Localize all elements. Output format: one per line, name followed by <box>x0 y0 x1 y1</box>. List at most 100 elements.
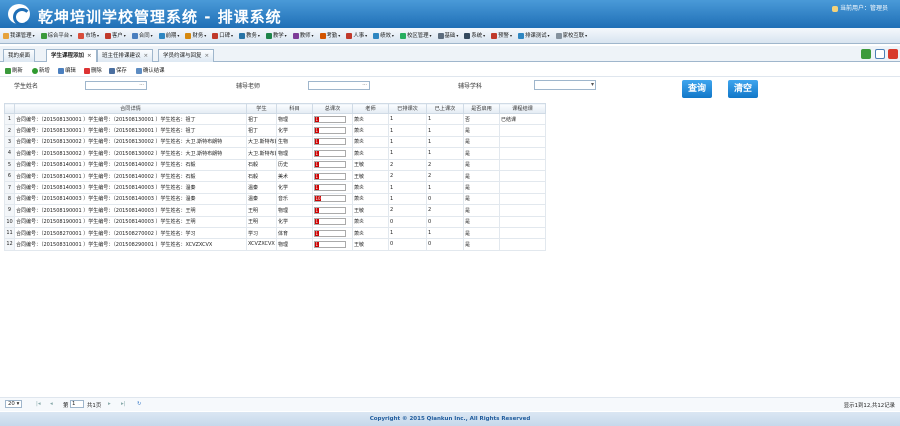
teacher-input[interactable]: ··· <box>308 81 370 90</box>
table-row[interactable]: 2 合同编号：（201508130001 ）学生编号：（201508130001 … <box>4 124 546 137</box>
close-icon[interactable]: × <box>87 53 92 59</box>
table-cell: 2 <box>388 158 427 171</box>
menu-16[interactable]: 系统▾ <box>461 28 488 43</box>
lesson-count: 10 <box>315 196 321 202</box>
delete-button[interactable]: 删除 <box>84 66 102 74</box>
table-cell: 合同编号：（201508190001 ）学生编号：（201508140003 ）… <box>14 215 247 228</box>
menu-11[interactable]: 考勤▾ <box>317 28 344 43</box>
column-header[interactable]: 合同详情 <box>14 103 247 114</box>
table-cell: 1 <box>388 135 427 149</box>
table-cell: 合同编号：（201508140003 ）学生编号：（201508140003 ）… <box>14 192 247 206</box>
prev-page-icon[interactable]: ◂ <box>50 401 53 407</box>
table-cell: 合同编号：（201508130002 ）学生编号：（201508130002 ）… <box>14 135 247 149</box>
student-name-input[interactable]: ··· <box>85 81 147 90</box>
page-size-select[interactable]: 20 ▾ <box>5 400 23 408</box>
lesson-progress-bar: 1 <box>314 115 346 123</box>
column-header[interactable]: 已排课次 <box>388 103 427 114</box>
confirm-finish-button[interactable]: 确认结课 <box>136 66 165 74</box>
edit-button[interactable]: 编辑 <box>58 66 76 74</box>
subject-select[interactable] <box>534 80 596 90</box>
table-row[interactable]: 1 合同编号：（201508130001 ）学生编号：（201508130001 … <box>4 112 546 126</box>
lesson-count: 1 <box>315 241 319 247</box>
tab-booking-reply[interactable]: 学员约课与回复 × <box>158 49 215 62</box>
column-header[interactable]: 是否启用 <box>463 103 500 114</box>
menu-5[interactable]: 前期▾ <box>156 28 183 43</box>
table-row[interactable]: 5 合同编号：（201508140001 ）学生编号：（201508140002 … <box>4 158 546 171</box>
menu-9[interactable]: 教学▾ <box>263 28 290 43</box>
menu-14[interactable]: 校区管理▾ <box>397 28 435 43</box>
table-cell: 2 <box>388 169 427 183</box>
menu-4[interactable]: 合同▾ <box>129 28 156 43</box>
table-row[interactable]: 4 合同编号：（201508130002 ）学生编号：（201508130002 … <box>4 147 546 160</box>
query-button[interactable]: 查询 <box>682 80 712 98</box>
close-icon[interactable]: × <box>144 53 149 59</box>
confirm-label: 确认结课 <box>143 68 165 74</box>
column-header[interactable]: 总课次 <box>312 103 353 114</box>
menu-1[interactable]: 综合平台▾ <box>38 28 76 43</box>
close-icon[interactable]: × <box>205 53 210 59</box>
table-row[interactable]: 3 合同编号：（201508130002 ）学生编号：（201508130002 … <box>4 135 546 149</box>
menu-15[interactable]: 基础▾ <box>435 28 462 43</box>
tab-schedule-advice[interactable]: 班主任排课建议 × <box>97 49 154 62</box>
row-number: 1 <box>4 112 15 126</box>
menu-3[interactable]: 客户▾ <box>102 28 129 43</box>
column-header[interactable]: 课程结课 <box>499 103 546 114</box>
chevron-down-icon: ▾ <box>456 33 459 38</box>
table-row[interactable]: 8 合同编号：（201508140003 ）学生编号：（201508140003 … <box>4 192 546 206</box>
tab-desktop[interactable]: 我的桌面 <box>3 49 36 62</box>
lesson-count: 1 <box>315 219 319 225</box>
row-number-header <box>4 103 15 114</box>
table-cell: 萧炎 <box>352 226 389 240</box>
next-page-icon[interactable]: ▸ <box>108 401 111 407</box>
first-page-icon[interactable]: |◂ <box>36 401 41 407</box>
maximize-icon[interactable] <box>875 49 885 59</box>
clear-button[interactable]: 清空 <box>728 80 758 98</box>
menu-7[interactable]: 口碑▾ <box>209 28 236 43</box>
menu-19[interactable]: 家校互联▾ <box>553 28 591 43</box>
table-row[interactable]: 6 合同编号：（201508140001 ）学生编号：（201508140002 … <box>4 169 546 183</box>
reload-icon[interactable]: ↻ <box>137 401 142 407</box>
menu-13[interactable]: 绩效▾ <box>370 28 397 43</box>
table-row[interactable]: 10 合同编号：（201508190001 ）学生编号：（201508140003… <box>4 215 546 228</box>
table-row[interactable]: 11 合同编号：（201508270001 ）学生编号：（201508270002… <box>4 226 546 240</box>
last-page-icon[interactable]: ▸| <box>121 401 126 407</box>
menu-label: 综合平台 <box>47 33 70 39</box>
table-cell: 1 <box>388 226 427 240</box>
row-number: 2 <box>4 124 15 137</box>
menu-icon <box>239 32 246 39</box>
menu-icon <box>437 32 444 39</box>
refresh-button[interactable]: 刷新 <box>5 66 23 74</box>
column-header[interactable]: 老师 <box>352 103 389 114</box>
lesson-progress-bar: 1 <box>314 240 346 248</box>
tab-student-course-add[interactable]: 学生课程添加 × <box>46 49 97 62</box>
menu-0[interactable]: 我课管理▾ <box>0 28 38 43</box>
table-cell: 是 <box>463 215 500 228</box>
table-cell: 化学 <box>276 124 313 137</box>
table-row[interactable]: 12 合同编号：（201508310001 ）学生编号：（201508290001… <box>4 238 546 251</box>
row-number: 12 <box>4 238 15 251</box>
column-header[interactable]: 学生 <box>246 103 277 114</box>
menu-17[interactable]: 预警▾ <box>488 28 515 43</box>
menu-2[interactable]: 市场▾ <box>75 28 102 43</box>
menu-10[interactable]: 教师▾ <box>290 28 317 43</box>
page-input[interactable]: 1 <box>70 400 84 408</box>
total-lessons-cell: 10 <box>312 192 353 206</box>
table-row[interactable]: 7 合同编号：（201508140003 ）学生编号：（201508140003 … <box>4 181 546 194</box>
menu-6[interactable]: 财务▾ <box>182 28 209 43</box>
teacher-label: 辅导老师 <box>236 83 261 90</box>
close-all-icon[interactable] <box>888 49 898 59</box>
menu-12[interactable]: 人事▾ <box>343 28 370 43</box>
menu-8[interactable]: 教务▾ <box>236 28 263 43</box>
column-header[interactable]: 科目 <box>276 103 313 114</box>
table-cell: 是 <box>463 204 500 217</box>
current-user[interactable]: 当前用户：管理员 <box>831 3 888 12</box>
refresh-tab-icon[interactable] <box>861 49 871 59</box>
column-header[interactable]: 已上课次 <box>426 103 464 114</box>
save-button[interactable]: 保存 <box>109 66 127 74</box>
menu-icon <box>158 32 165 39</box>
menu-18[interactable]: 排课测试▾ <box>515 28 553 43</box>
menu-icon <box>491 32 498 39</box>
add-button[interactable]: 新增 <box>32 66 50 74</box>
table-row[interactable]: 9 合同编号：（201508190001 ）学生编号：（201508140003 … <box>4 204 546 217</box>
row-number: 9 <box>4 204 15 217</box>
